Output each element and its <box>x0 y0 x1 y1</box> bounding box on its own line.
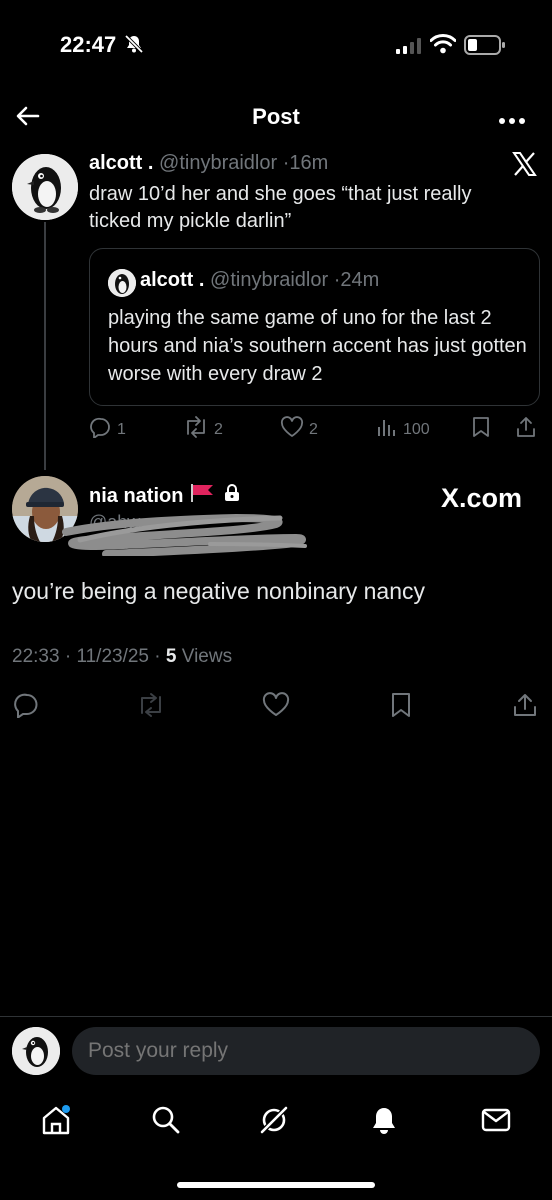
like-count: 2 <box>309 420 318 438</box>
like-button[interactable]: 2 <box>280 416 318 443</box>
quote-text: playing the same game of uno for the las… <box>108 307 527 385</box>
bell-slash-icon <box>124 34 144 59</box>
reply-count: 1 <box>117 420 126 438</box>
repost-icon[interactable] <box>136 692 166 723</box>
quoted-tweet[interactable]: alcott . @tinybraidlor ·24m playing the … <box>89 248 540 406</box>
tweet-text: you’re being a negative nonbinary nancy <box>12 578 426 604</box>
views-count: 5 <box>165 646 177 667</box>
reply-icon <box>90 416 112 443</box>
heart-icon[interactable] <box>262 692 290 723</box>
divider <box>0 1016 552 1017</box>
main-tweet-actions <box>0 692 552 720</box>
my-avatar[interactable] <box>12 1027 60 1075</box>
author-handle[interactable]: @tinybraidlor <box>159 152 277 174</box>
x-logo-icon <box>512 152 537 181</box>
tweet-meta: 22:33 · 11/23/25 · 5 Views <box>12 646 233 667</box>
author-name[interactable]: alcott . <box>89 152 153 174</box>
home-icon[interactable] <box>40 1104 72 1141</box>
quote-author-name: alcott . <box>140 269 205 291</box>
share-icon[interactable] <box>512 692 538 723</box>
search-icon[interactable] <box>150 1104 182 1141</box>
bookmark-icon[interactable] <box>390 692 412 723</box>
tweet-date: 11/23/25 <box>76 646 149 667</box>
tweet-header: alcott . @tinybraidlor ·16m <box>89 152 328 175</box>
avatar[interactable] <box>12 154 78 220</box>
page-title: Post <box>252 104 300 129</box>
tweet-text: draw 10’d her and she goes “that just re… <box>89 183 472 232</box>
status-bar: 22:47 <box>0 0 552 90</box>
repost-count: 2 <box>214 420 223 438</box>
quote-author-handle: @tinybraidlor <box>210 269 329 291</box>
bookmark-button[interactable] <box>472 416 490 443</box>
bookmark-icon <box>472 416 490 443</box>
tweet-time: 22:33 <box>12 646 60 667</box>
quote-header: alcott . @tinybraidlor ·24m <box>140 269 379 292</box>
redaction-scribble <box>62 513 307 556</box>
notifications-icon[interactable] <box>368 1104 400 1141</box>
xcom-watermark: X.com <box>441 483 523 513</box>
battery-icon <box>464 35 506 60</box>
views-label: Views <box>181 646 233 667</box>
repost-button[interactable]: 2 <box>183 416 223 443</box>
heart-icon <box>280 416 304 443</box>
nav-bar: Post <box>0 90 552 142</box>
reply-input[interactable] <box>72 1027 540 1075</box>
tweet-time: 16m <box>289 152 329 174</box>
repost-icon <box>183 416 209 443</box>
tweet-actions: 1 2 2 100 <box>0 416 552 444</box>
views-button[interactable]: 100 <box>376 416 430 443</box>
status-time: 22:47 <box>60 32 117 57</box>
quote-time: 24m <box>340 269 380 291</box>
views-count: 100 <box>403 420 430 438</box>
reply-icon[interactable] <box>14 692 40 723</box>
share-button[interactable] <box>515 416 537 443</box>
quote-avatar <box>108 269 136 297</box>
home-indicator <box>177 1182 375 1188</box>
share-icon <box>515 416 537 443</box>
grok-icon[interactable] <box>258 1104 290 1141</box>
wifi-icon <box>429 34 457 59</box>
more-horizontal-icon[interactable] <box>498 112 526 130</box>
views-chart-icon <box>376 416 398 443</box>
messages-icon[interactable] <box>480 1104 512 1141</box>
reply-button[interactable]: 1 <box>90 416 126 443</box>
cellular-signal-icon <box>396 38 422 59</box>
